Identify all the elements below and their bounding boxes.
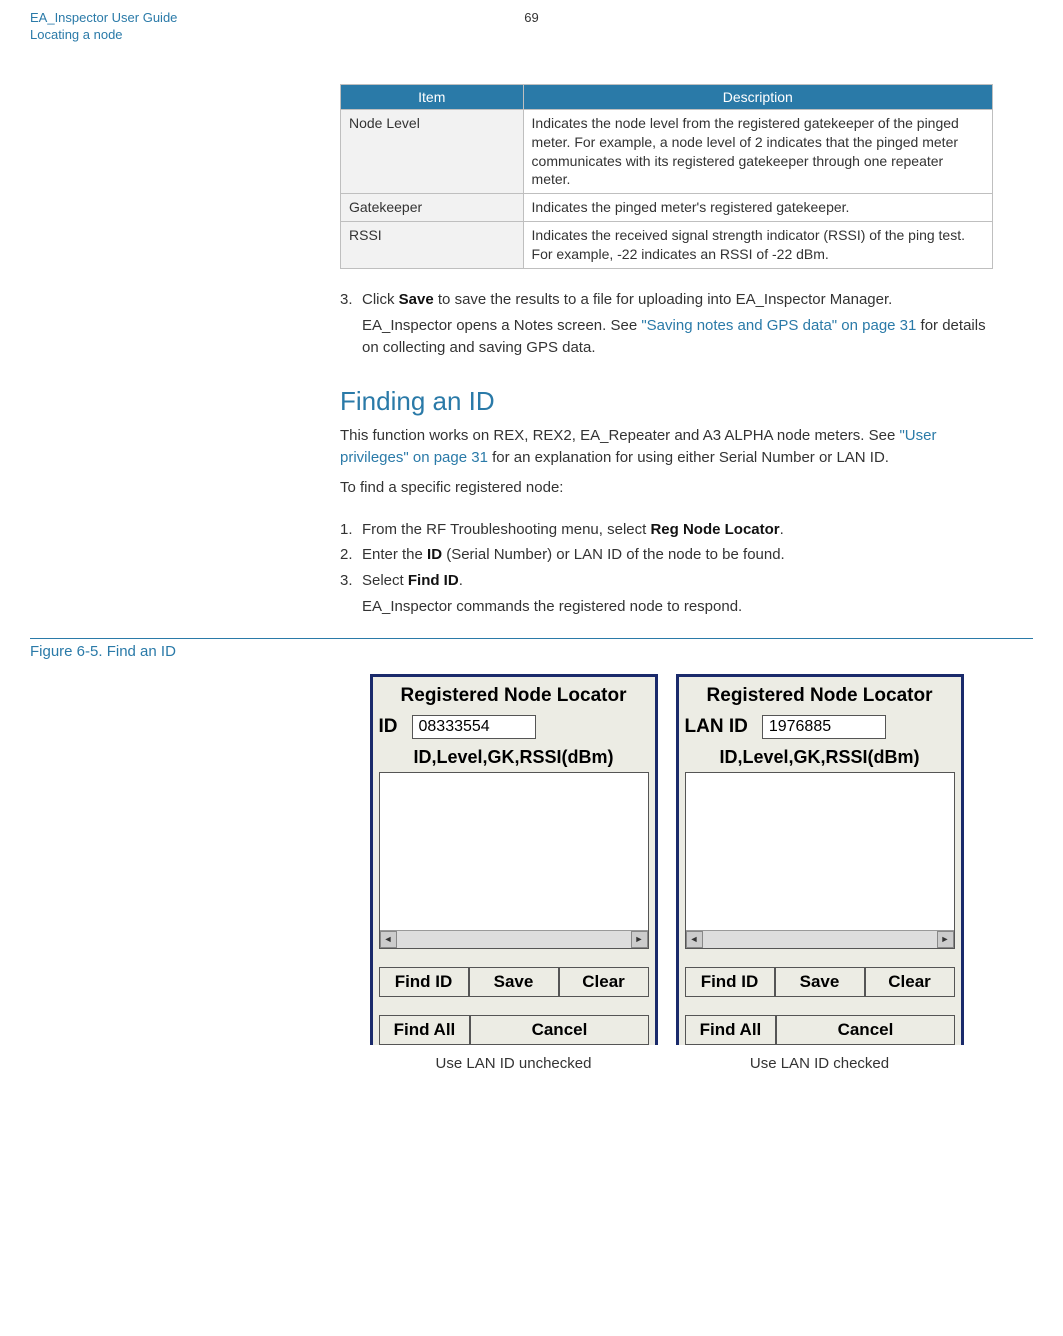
step-number: 3. <box>340 289 362 311</box>
step-2: 2. Enter the ID (Serial Number) or LAN I… <box>340 544 993 566</box>
find-all-button[interactable]: Find All <box>379 1015 471 1045</box>
results-listbox[interactable]: ◄ ► <box>685 772 955 949</box>
page-number: 69 <box>524 10 538 25</box>
panel-lanid-checked: Registered Node Locator LAN ID ID,Level,… <box>676 674 964 1072</box>
panel-title: Registered Node Locator <box>685 685 955 707</box>
horizontal-scrollbar[interactable]: ◄ ► <box>686 930 954 948</box>
table-row: Node Level Indicates the node level from… <box>341 109 993 194</box>
find-all-button[interactable]: Find All <box>685 1015 777 1045</box>
panel-caption-left: Use LAN ID unchecked <box>370 1055 658 1072</box>
cancel-button[interactable]: Cancel <box>470 1015 648 1045</box>
panel-lanid-unchecked: Registered Node Locator ID ID,Level,GK,R… <box>370 674 658 1072</box>
table-header-description: Description <box>523 84 992 109</box>
save-button[interactable]: Save <box>775 967 865 997</box>
table-row: RSSI Indicates the received signal stren… <box>341 222 993 269</box>
cell-item: Node Level <box>341 109 524 194</box>
instruction-step-3: 3. Click Save to save the results to a f… <box>340 289 993 358</box>
scroll-right-icon[interactable]: ► <box>937 931 954 948</box>
figure-caption: Figure 6-5. Find an ID <box>30 643 1033 660</box>
intro-paragraph: This function works on REX, REX2, EA_Rep… <box>340 425 993 469</box>
table-header-item: Item <box>341 84 524 109</box>
cell-desc: Indicates the node level from the regist… <box>523 109 992 194</box>
table-row: Gatekeeper Indicates the pinged meter's … <box>341 194 993 222</box>
cell-desc: Indicates the received signal strength i… <box>523 222 992 269</box>
cell-item: RSSI <box>341 222 524 269</box>
lead-sentence: To find a specific registered node: <box>340 477 993 499</box>
save-button[interactable]: Save <box>469 967 559 997</box>
scroll-left-icon[interactable]: ◄ <box>380 931 397 948</box>
panel-title: Registered Node Locator <box>379 685 649 707</box>
figure-divider <box>30 638 1033 639</box>
step-1: 1. From the RF Troubleshooting menu, sel… <box>340 519 993 541</box>
lan-id-label: LAN ID <box>685 716 748 738</box>
link-saving-notes[interactable]: "Saving notes and GPS data" on page 31 <box>641 317 916 334</box>
clear-button[interactable]: Clear <box>559 967 649 997</box>
id-label: ID <box>379 716 398 738</box>
scroll-right-icon[interactable]: ► <box>631 931 648 948</box>
clear-button[interactable]: Clear <box>865 967 955 997</box>
horizontal-scrollbar[interactable]: ◄ ► <box>380 930 648 948</box>
step-3b-sub: EA_Inspector commands the registered nod… <box>362 596 993 618</box>
heading-finding-an-id: Finding an ID <box>340 386 993 417</box>
cell-item: Gatekeeper <box>341 194 524 222</box>
cell-desc: Indicates the pinged meter's registered … <box>523 194 992 222</box>
id-input[interactable] <box>412 715 536 739</box>
results-columns-header: ID,Level,GK,RSSI(dBm) <box>685 747 955 768</box>
scroll-left-icon[interactable]: ◄ <box>686 931 703 948</box>
step-sub: EA_Inspector opens a Notes screen. See "… <box>362 315 993 359</box>
results-columns-header: ID,Level,GK,RSSI(dBm) <box>379 747 649 768</box>
description-table: Item Description Node Level Indicates th… <box>340 84 993 269</box>
results-listbox[interactable]: ◄ ► <box>379 772 649 949</box>
step-3b: 3. Select Find ID. <box>340 570 993 592</box>
find-id-button[interactable]: Find ID <box>379 967 469 997</box>
find-id-button[interactable]: Find ID <box>685 967 775 997</box>
lan-id-input[interactable] <box>762 715 886 739</box>
cancel-button[interactable]: Cancel <box>776 1015 954 1045</box>
step-body: Click Save to save the results to a file… <box>362 289 993 311</box>
panel-caption-right: Use LAN ID checked <box>676 1055 964 1072</box>
doc-subtitle: Locating a node <box>30 27 1033 44</box>
